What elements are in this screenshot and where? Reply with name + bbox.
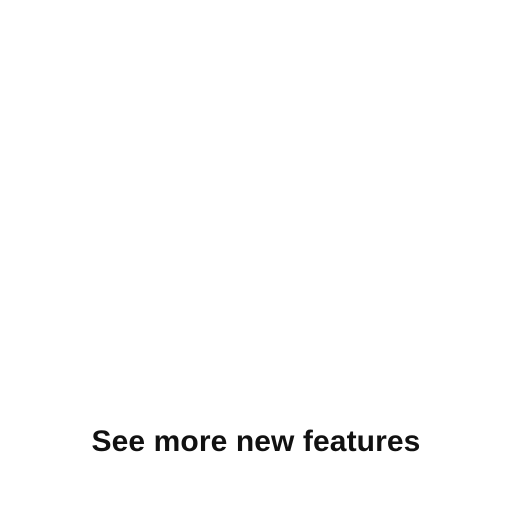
see-more-features-text: See more new features [91,425,421,458]
screen: See more new features [0,0,512,512]
